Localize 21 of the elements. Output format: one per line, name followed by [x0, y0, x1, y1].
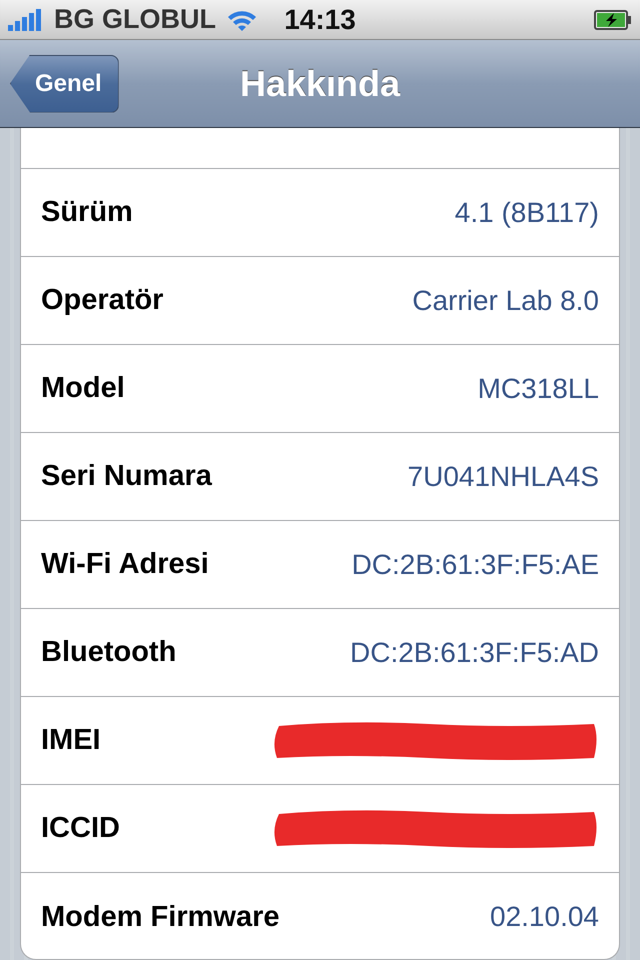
row-label: Modem Firmware	[41, 900, 280, 934]
row-label: Sürüm	[41, 196, 133, 229]
signal-icon	[8, 8, 44, 30]
clock-time: 14:13	[284, 4, 356, 36]
row-label: Wi-Fi Adresi	[41, 548, 209, 581]
row-value: MC318LL	[478, 372, 599, 404]
row-value: 02.10.04	[490, 901, 599, 933]
back-button[interactable]: Genel	[10, 54, 119, 112]
row-label: IMEI	[41, 724, 101, 757]
row-value: Carrier Lab 8.0	[412, 284, 599, 316]
row-value: DC:2B:61:3F:F5:AE	[352, 548, 599, 580]
row-label: Operatör	[41, 284, 164, 317]
row-label: ICCID	[41, 812, 120, 845]
carrier-name: BG GLOBUL	[54, 4, 216, 35]
row-value: 7U041NHLA4S	[408, 460, 599, 492]
row-value: 4.1 (8B117)	[454, 196, 599, 228]
screen-title: Hakkında	[240, 62, 400, 104]
row-label: Bluetooth	[41, 636, 176, 669]
row-label: Seri Numara	[41, 460, 212, 493]
row-value: DC:2B:61:3F:F5:AD	[350, 636, 599, 668]
row-label: Model	[41, 372, 125, 405]
